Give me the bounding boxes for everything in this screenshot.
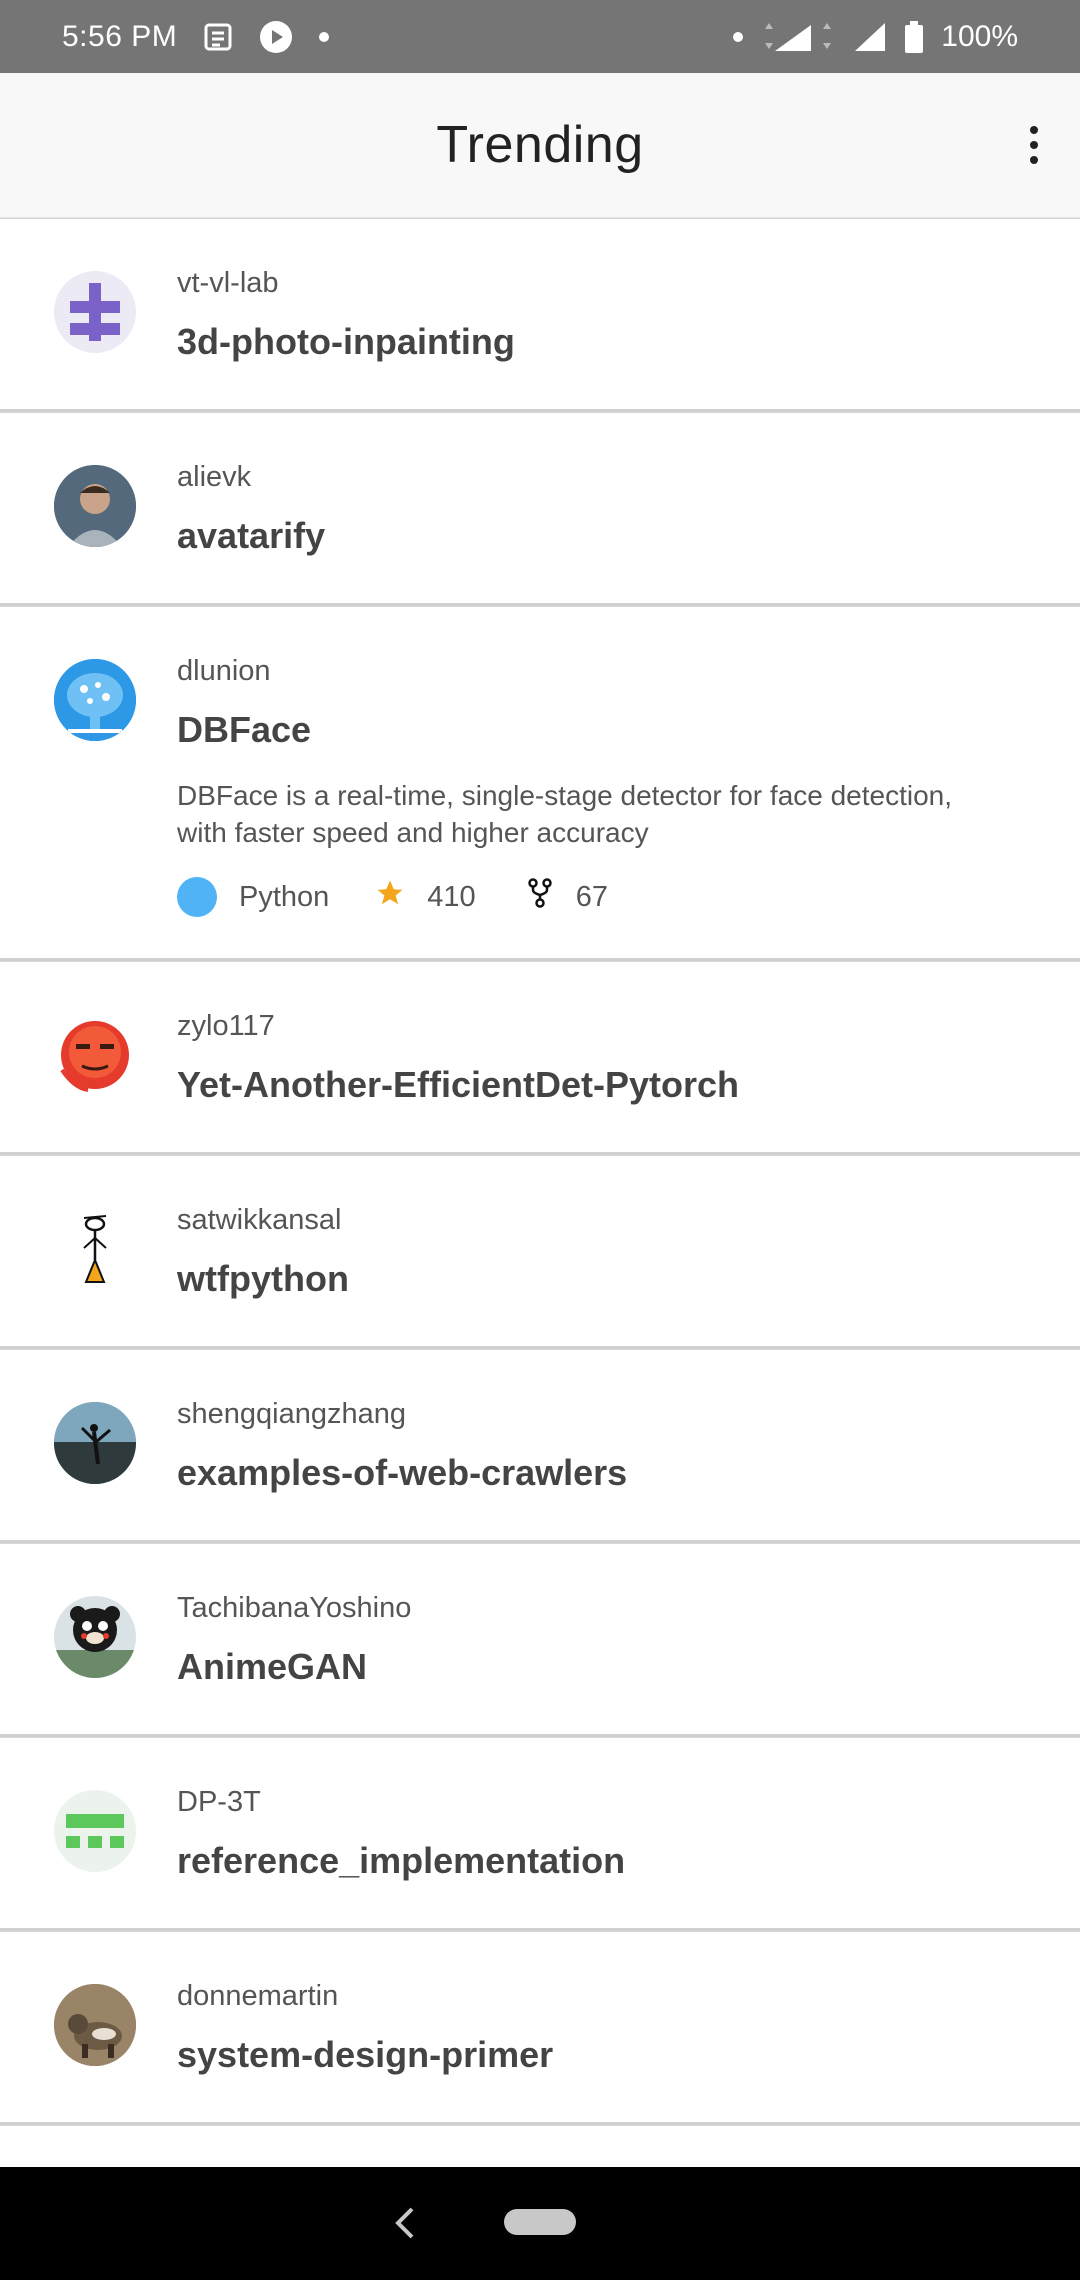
lab-logo-icon (54, 271, 136, 353)
repo-card[interactable]: TachibanaYoshino AnimeGAN (0, 1543, 1080, 1737)
repo-card[interactable]: zylo117 Yet-Another-EfficientDet-Pytorch (0, 961, 1080, 1155)
repo-language: Python (239, 880, 330, 913)
repo-name: wtfpython (177, 1258, 349, 1299)
identicon-icon (54, 1790, 136, 1872)
status-bar: 5:56 PM 100% (0, 0, 1080, 73)
navigation-bar (0, 2167, 1080, 2280)
overflow-dot-icon (1030, 156, 1038, 164)
repo-owner: satwikkansal (177, 1204, 342, 1236)
notification-dot-icon (319, 31, 330, 42)
language-color-icon (177, 877, 217, 917)
fork-icon (527, 878, 552, 916)
play-notification-icon (259, 20, 293, 54)
battery-level: 100% (941, 19, 1018, 53)
repo-owner: shengqiangzhang (177, 1398, 406, 1430)
repo-name: AnimeGAN (177, 1646, 368, 1687)
repo-card[interactable]: alievk avatarify (0, 412, 1080, 606)
overflow-menu-button[interactable] (1016, 115, 1052, 175)
repo-name: examples-of-web-crawlers (177, 1452, 628, 1493)
repo-card[interactable]: DP-3T reference_implementation (0, 1737, 1080, 1931)
beach-photo-icon (54, 1402, 136, 1484)
repo-name: system-design-primer (177, 2034, 554, 2075)
signal-x-icon (853, 21, 887, 53)
repo-card[interactable]: dlunion DBFace DBFace is a real-time, si… (0, 606, 1080, 961)
repo-card[interactable]: shengqiangzhang examples-of-web-crawlers (0, 1349, 1080, 1543)
animal-photo-icon (54, 1984, 136, 2066)
repo-name: reference_implementation (177, 1840, 626, 1881)
overflow-dot-icon (1030, 141, 1038, 149)
status-dot-icon (733, 31, 744, 42)
page-title: Trending (436, 116, 644, 174)
user-photo-icon (54, 465, 136, 547)
repo-name: DBFace (177, 709, 312, 750)
repo-name: avatarify (177, 515, 326, 556)
repo-owner: dlunion (177, 655, 271, 687)
bear-photo-icon (54, 1596, 136, 1678)
repo-list: vt-vl-lab 3d-photo-inpainting alievk ava… (0, 218, 1080, 2185)
repo-owner: zylo117 (177, 1010, 275, 1042)
repo-meta: Python 410 67 (177, 877, 608, 917)
repo-card[interactable]: donnemartin system-design-primer (0, 1931, 1080, 2125)
overflow-dot-icon (1030, 126, 1038, 134)
repo-owner: alievk (177, 461, 252, 493)
repo-name: Yet-Another-EfficientDet-Pytorch (177, 1064, 740, 1105)
home-button[interactable] (504, 2209, 576, 2235)
signal-4g-icon (761, 21, 835, 53)
repo-owner: vt-vl-lab (177, 267, 279, 299)
star-icon (375, 878, 405, 916)
brain-logo-icon (54, 659, 136, 741)
status-time: 5:56 PM (62, 19, 178, 53)
repo-owner: DP-3T (177, 1786, 261, 1818)
fork-count: 67 (575, 880, 608, 913)
repo-owner: TachibanaYoshino (177, 1592, 412, 1624)
repo-card[interactable]: satwikkansal wtfpython (0, 1155, 1080, 1349)
news-notification-icon (203, 22, 233, 52)
battery-icon (905, 20, 924, 53)
star-count: 410 (427, 880, 476, 913)
back-button[interactable] (392, 2203, 418, 2243)
app-bar: Trending (0, 73, 1080, 218)
stick-figure-icon (54, 1208, 136, 1290)
repo-name: 3d-photo-inpainting (177, 321, 515, 362)
repo-owner: donnemartin (177, 1980, 339, 2012)
repo-card[interactable]: vt-vl-lab 3d-photo-inpainting (0, 218, 1080, 412)
face-emoji-icon (54, 1014, 136, 1096)
repo-description: DBFace is a real-time, single-stage dete… (177, 780, 953, 848)
